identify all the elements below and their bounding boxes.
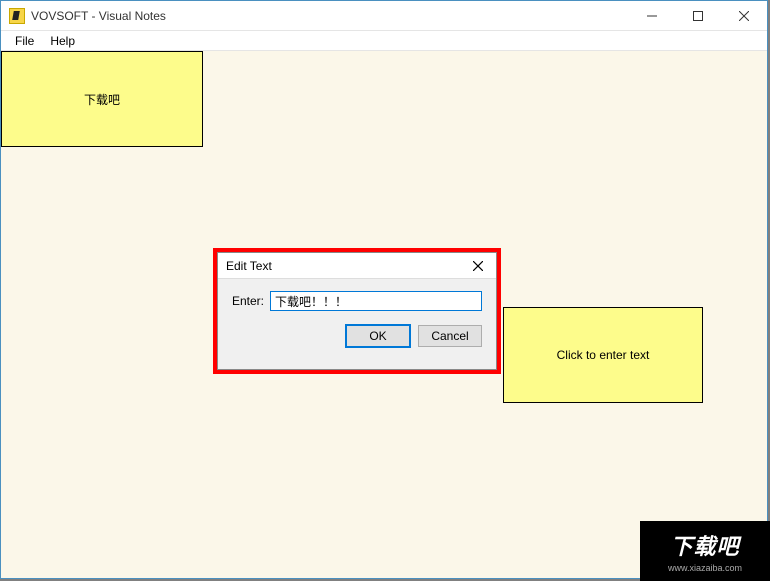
- edit-text-dialog: Edit Text Enter: OK Cancel: [217, 252, 497, 370]
- close-button[interactable]: [721, 1, 767, 30]
- canvas[interactable]: 下载吧 Click to enter text Edit Text Enter:…: [1, 51, 767, 578]
- enter-label: Enter:: [232, 294, 264, 308]
- sticky-note[interactable]: Click to enter text: [503, 307, 703, 403]
- dialog-buttons: OK Cancel: [232, 325, 482, 347]
- dialog-title: Edit Text: [226, 259, 460, 273]
- note-text: Click to enter text: [557, 348, 650, 362]
- text-input[interactable]: [270, 291, 482, 311]
- note-text: 下载吧: [84, 91, 120, 108]
- cancel-button[interactable]: Cancel: [418, 325, 482, 347]
- ok-button[interactable]: OK: [346, 325, 410, 347]
- menu-help[interactable]: Help: [42, 34, 83, 48]
- maximize-button[interactable]: [675, 1, 721, 30]
- menu-file[interactable]: File: [7, 34, 42, 48]
- minimize-button[interactable]: [629, 1, 675, 30]
- cancel-label: Cancel: [431, 329, 468, 343]
- menubar: File Help: [1, 31, 767, 51]
- window-controls: [629, 1, 767, 30]
- dialog-body: Enter: OK Cancel: [218, 279, 496, 369]
- window-title: VOVSOFT - Visual Notes: [31, 9, 629, 23]
- dialog-input-row: Enter:: [232, 291, 482, 311]
- app-icon: [9, 8, 25, 24]
- watermark: 下载吧 www.xiazaiba.com: [640, 521, 770, 581]
- watermark-brand: 下载吧: [670, 529, 739, 561]
- main-window: VOVSOFT - Visual Notes File Help 下载吧 Cli…: [0, 0, 768, 579]
- ok-label: OK: [369, 329, 386, 343]
- dialog-highlight: Edit Text Enter: OK Cancel: [213, 248, 501, 374]
- sticky-note[interactable]: 下载吧: [1, 51, 203, 147]
- dialog-titlebar: Edit Text: [218, 253, 496, 279]
- titlebar: VOVSOFT - Visual Notes: [1, 1, 767, 31]
- dialog-close-button[interactable]: [460, 253, 496, 278]
- watermark-url: www.xiazaiba.com: [668, 563, 742, 573]
